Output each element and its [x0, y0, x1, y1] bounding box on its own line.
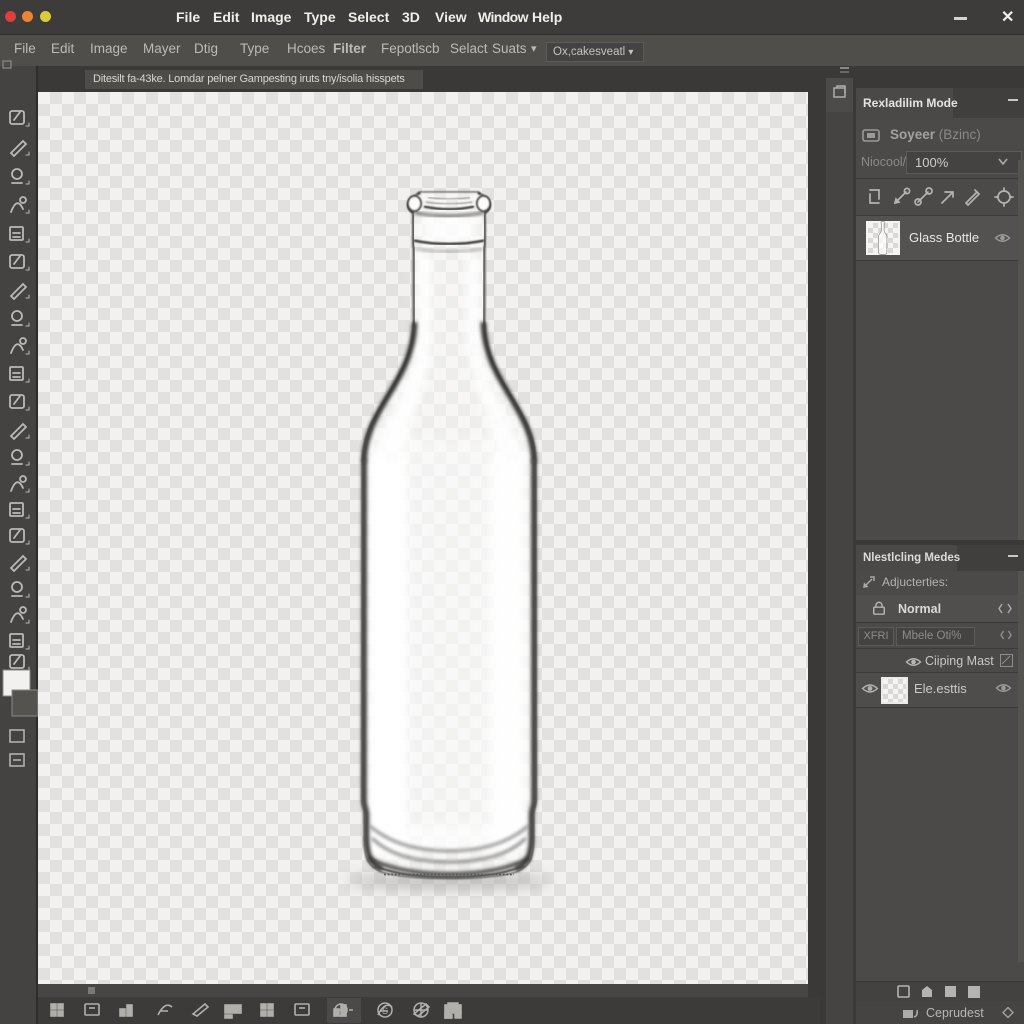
- svg-text:S: S: [382, 1006, 388, 1016]
